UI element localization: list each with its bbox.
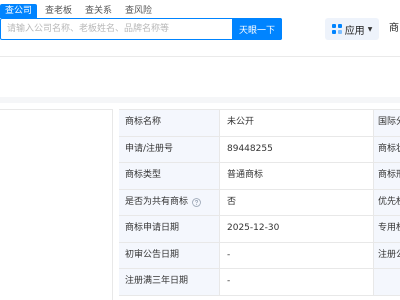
row-value: 2025-12-30	[219, 216, 373, 242]
search-input[interactable]	[1, 19, 232, 39]
row-right-label: 国际分类	[373, 110, 400, 136]
search-button[interactable]: 天眼一下	[232, 18, 282, 40]
row-right-label: 优先权	[373, 189, 400, 215]
row-label: 商标名称	[119, 110, 219, 136]
table-row: 申请/注册号 89448255 商标状态	[119, 136, 400, 163]
table-row: 注册满三年日期 -	[119, 269, 400, 296]
section-separator	[0, 97, 400, 103]
row-right-label	[373, 269, 400, 295]
app-menu-label: 应用	[344, 25, 365, 37]
caret-down-icon: ▼	[367, 25, 373, 33]
tab-relation[interactable]: 查关系	[80, 4, 117, 18]
app-menu-button[interactable]: 应用 ▼	[325, 18, 379, 40]
row-right-label: 专用权期限	[373, 216, 400, 242]
table-row: 商标申请日期 2025-12-30 专用权期限	[119, 216, 400, 243]
row-value: -	[219, 242, 373, 268]
search-box: 天眼一下	[0, 18, 282, 40]
search-tabs: 查公司 查老板 查关系 查风险	[0, 4, 160, 18]
tab-risk[interactable]: 查风险	[120, 4, 157, 18]
header-right-link[interactable]: 商	[389, 18, 399, 40]
top-header: 查公司 查老板 查关系 查风险 天眼一下 应用 ▼ 商	[0, 0, 400, 56]
row-right-label: 商标状态	[373, 136, 400, 162]
row-right-label: 商标形式	[373, 163, 400, 189]
table-row: 商标类型 普通商标 商标形式	[119, 163, 400, 190]
grid-icon	[331, 24, 342, 34]
table-row: 初审公告日期 - 注册公告	[119, 242, 400, 269]
trademark-info-table: 商标名称 未公开 国际分类 申请/注册号 89448255 商标状态 商标类型 …	[119, 109, 400, 296]
row-value: 未公开	[219, 110, 373, 136]
row-value: 否	[219, 189, 373, 215]
tab-company[interactable]: 查公司	[0, 4, 38, 18]
left-panel	[0, 109, 113, 300]
row-label: 申请/注册号	[119, 136, 219, 162]
row-label: 是否为共有商标	[119, 189, 219, 215]
table-row: 是否为共有商标 否 优先权	[119, 189, 400, 216]
row-value: 89448255	[219, 136, 373, 162]
row-label: 商标申请日期	[119, 216, 219, 242]
blank-area	[0, 57, 400, 97]
row-label-text: 是否为共有商标	[125, 196, 189, 207]
question-circle-icon[interactable]	[192, 197, 201, 207]
row-label: 初审公告日期	[119, 242, 219, 268]
row-label: 注册满三年日期	[119, 269, 219, 295]
row-value: -	[219, 269, 373, 295]
row-right-label: 注册公告	[373, 242, 400, 268]
table-row: 商标名称 未公开 国际分类	[119, 110, 400, 137]
tab-boss[interactable]: 查老板	[40, 4, 77, 18]
row-value: 普通商标	[219, 163, 373, 189]
row-label: 商标类型	[119, 163, 219, 189]
